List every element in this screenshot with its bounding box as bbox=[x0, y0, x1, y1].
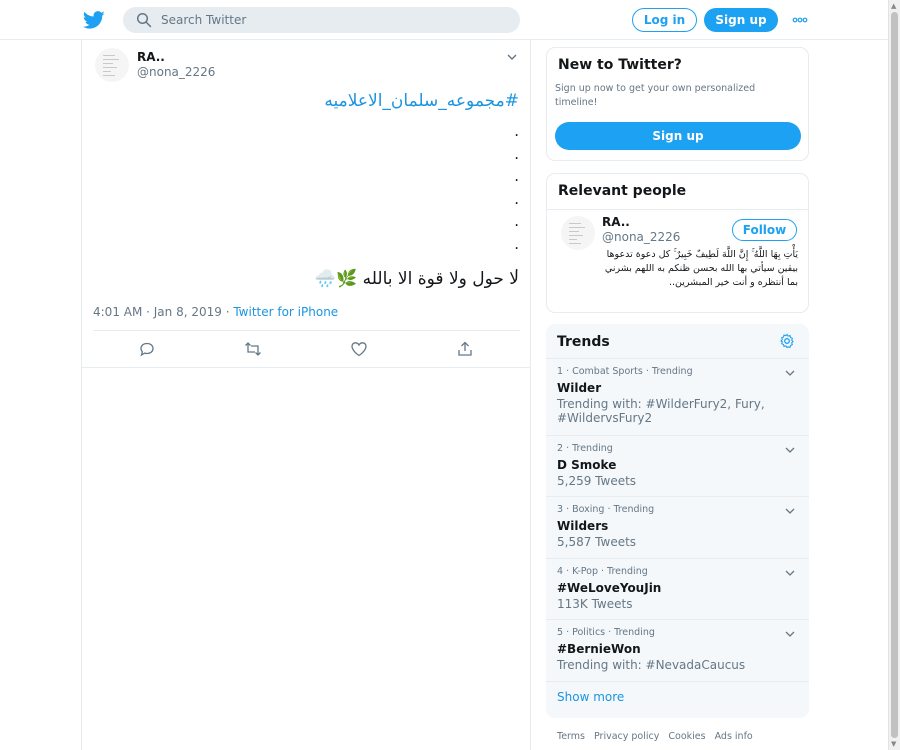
trend-context: 3 · Boxing · Trending bbox=[557, 504, 655, 515]
card-description: Sign up now to get your own personalized… bbox=[555, 83, 756, 108]
trend-item[interactable]: 5 · Politics · Trending #BernieWon Trend… bbox=[546, 619, 809, 681]
trend-context: 1 · Combat Sports · Trending bbox=[557, 366, 693, 377]
timeline-column: RA.. @nona_2226 #مجموعه_سلمان_الاعلاميه … bbox=[81, 40, 531, 750]
card-title: New to Twitter? bbox=[558, 57, 682, 73]
tweet-source-link[interactable]: Twitter for iPhone bbox=[233, 305, 338, 319]
login-button[interactable]: Log in bbox=[632, 8, 697, 32]
trend-subtext: Trending with: #WilderFury2, Fury, #Wild… bbox=[557, 397, 765, 425]
dot-line: . bbox=[514, 167, 519, 185]
tweet-dots: . . . . . . . bbox=[509, 124, 519, 282]
share-icon[interactable] bbox=[456, 340, 474, 358]
chevron-down-icon[interactable] bbox=[785, 369, 795, 377]
divider bbox=[93, 330, 520, 331]
trend-item[interactable]: 2 · Trending D Smoke 5,259 Tweets bbox=[546, 435, 809, 496]
author-avatar[interactable] bbox=[95, 48, 129, 82]
twitter-bird-icon[interactable] bbox=[83, 9, 105, 31]
dot-line: . bbox=[514, 212, 519, 230]
search-input[interactable] bbox=[161, 7, 511, 33]
dot-line: . bbox=[514, 122, 519, 140]
footer-link-ads-info[interactable]: Ads info bbox=[715, 731, 753, 742]
chevron-down-icon[interactable] bbox=[506, 52, 518, 62]
relevant-people-card: Relevant people RA.. @nona_2226 Follow ي… bbox=[546, 173, 809, 313]
trend-item[interactable]: 3 · Boxing · Trending Wilders 5,587 Twee… bbox=[546, 496, 809, 558]
divider bbox=[547, 209, 808, 210]
trend-item[interactable]: 1 · Combat Sports · Trending Wilder Tren… bbox=[546, 358, 809, 435]
trend-name[interactable]: #WeLoveYouJin bbox=[557, 581, 661, 595]
page-scrollbar[interactable]: ▲ ▼ bbox=[888, 0, 900, 750]
more-options-icon[interactable] bbox=[792, 14, 808, 26]
trend-subtext: Trending with: #NevadaCaucus bbox=[557, 658, 746, 672]
reply-icon[interactable] bbox=[138, 340, 156, 358]
scrollbar-thumb[interactable] bbox=[891, 12, 898, 738]
gear-icon[interactable] bbox=[779, 333, 795, 349]
person-avatar[interactable] bbox=[561, 216, 595, 250]
retweet-icon[interactable] bbox=[244, 340, 262, 358]
person-name[interactable]: RA.. bbox=[602, 215, 630, 229]
person-handle[interactable]: @nona_2226 bbox=[602, 230, 680, 244]
search-icon bbox=[136, 12, 152, 28]
footer-link-terms[interactable]: Terms bbox=[557, 731, 585, 742]
trend-subtext: 5,259 Tweets bbox=[557, 474, 637, 488]
tweet[interactable]: RA.. @nona_2226 #مجموعه_سلمان_الاعلاميه … bbox=[82, 40, 531, 368]
tweet-time[interactable]: 4:01 AM · Jan 8, 2019 · bbox=[93, 305, 233, 319]
show-more-link[interactable]: Show more bbox=[557, 690, 624, 704]
author-name[interactable]: RA.. bbox=[137, 50, 165, 64]
scroll-up-arrow-icon[interactable]: ▲ bbox=[891, 2, 896, 10]
dot-line: . bbox=[514, 189, 519, 208]
new-to-twitter-card: New to Twitter? Sign up now to get your … bbox=[546, 47, 809, 161]
tweet-timestamp: 4:01 AM · Jan 8, 2019 · Twitter for iPho… bbox=[93, 305, 338, 319]
trend-context: 5 · Politics · Trending bbox=[557, 627, 655, 638]
chevron-down-icon[interactable] bbox=[785, 507, 795, 515]
dot-line: . bbox=[514, 234, 519, 253]
chevron-down-icon[interactable] bbox=[785, 569, 795, 577]
like-icon[interactable] bbox=[350, 340, 368, 358]
trends-card: Trends 1 · Combat Sports · Trending Wild… bbox=[546, 324, 809, 718]
footer-link-cookies[interactable]: Cookies bbox=[668, 731, 705, 742]
chevron-down-icon[interactable] bbox=[785, 630, 795, 638]
trend-name[interactable]: Wilder bbox=[557, 381, 601, 395]
tweet-actions bbox=[82, 338, 531, 360]
trend-name[interactable]: Wilders bbox=[557, 519, 608, 533]
trend-context: 4 · K-Pop · Trending bbox=[557, 566, 648, 577]
trend-subtext: 113K Tweets bbox=[557, 597, 633, 611]
tweet-text: لا حول ولا قوة الا بالله 🌿🌧️ bbox=[314, 269, 519, 289]
trend-name[interactable]: D Smoke bbox=[557, 458, 616, 472]
search-box[interactable] bbox=[123, 7, 520, 33]
footer-link-privacy[interactable]: Privacy policy bbox=[594, 731, 659, 742]
trend-subtext: 5,587 Tweets bbox=[557, 535, 637, 549]
person-bio: يَأْتِ بِهَا اللَّهُ ۚ إِنَّ اللَّهَ لَط… bbox=[604, 249, 798, 288]
chevron-down-icon[interactable] bbox=[785, 446, 795, 454]
card-title: Relevant people bbox=[558, 183, 687, 199]
author-handle[interactable]: @nona_2226 bbox=[137, 65, 215, 79]
tweet-hashtag-link[interactable]: #مجموعه_سلمان_الاعلاميه bbox=[324, 91, 519, 111]
footer-links: Terms Privacy policy Cookies Ads info bbox=[557, 731, 762, 742]
trend-context: 2 · Trending bbox=[557, 443, 613, 454]
scroll-down-arrow-icon[interactable]: ▼ bbox=[891, 740, 896, 748]
card-title: Trends bbox=[557, 334, 610, 350]
dot-line: . bbox=[514, 144, 519, 163]
top-navigation-bar: Log in Sign up bbox=[0, 0, 888, 40]
follow-button[interactable]: Follow bbox=[732, 219, 797, 241]
signup-card-button[interactable]: Sign up bbox=[555, 122, 801, 150]
trend-item[interactable]: 4 · K-Pop · Trending #WeLoveYouJin 113K … bbox=[546, 558, 809, 619]
trend-name[interactable]: #BernieWon bbox=[557, 642, 641, 656]
signup-button[interactable]: Sign up bbox=[704, 8, 778, 32]
